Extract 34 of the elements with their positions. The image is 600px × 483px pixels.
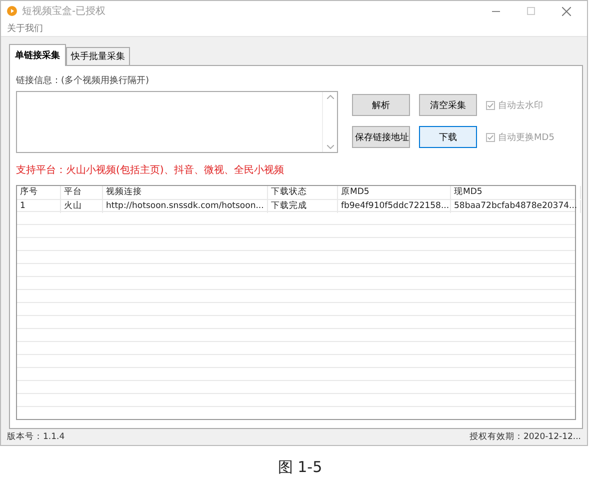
action-button[interactable]: 解析 (352, 94, 410, 116)
checkmark-icon (487, 102, 494, 108)
window-title: 短视频宝盒-已授权 (22, 4, 107, 18)
action-button[interactable]: 下载 (419, 126, 477, 148)
version-text: 版本号：1.1.4 (7, 431, 65, 443)
menu-item[interactable]: 关于我们 (7, 22, 43, 35)
link-input-field[interactable] (16, 91, 338, 153)
table-cell: fb9e4f910f5ddc722158... (338, 200, 451, 213)
table-cell: http://hotsoon.snssdk.com/hotsoon... (103, 200, 268, 213)
table-cell: 下载完成 (268, 200, 338, 213)
table-cell: 火山 (61, 200, 103, 213)
table-cell: 1 (17, 200, 61, 213)
column-header[interactable]: 视频连接 (103, 186, 268, 199)
column-header[interactable]: 序号 (17, 186, 61, 199)
license-text: 授权有效期：2020-12-12... (469, 431, 581, 443)
app-logo-icon (7, 6, 17, 16)
scroll-up-icon[interactable] (326, 95, 334, 99)
column-header[interactable]: 现MD5 (451, 186, 581, 199)
figure-caption: 图 1-5 (276, 458, 324, 477)
close-icon[interactable] (562, 6, 570, 16)
column-header[interactable]: 下载状态 (268, 186, 338, 199)
table-cell: 58baa72bcfab4878e20374... (451, 200, 581, 213)
maximize-icon[interactable] (527, 7, 535, 15)
tab[interactable]: 单链接采集 (9, 44, 66, 66)
scroll-down-icon[interactable] (326, 145, 334, 149)
action-button[interactable]: 清空采集 (419, 94, 477, 116)
column-header[interactable]: 平台 (61, 186, 103, 199)
checkmark-icon (487, 134, 494, 140)
field-label: 链接信息：(多个视频用换行隔开) (16, 74, 150, 87)
action-button[interactable]: 保存链接地址 (352, 126, 410, 148)
supported-platforms-note: 支持平台：火山小视频(包括主页)、抖音、微视、全民小视频 (16, 164, 285, 177)
minimize-icon[interactable] (492, 10, 500, 12)
tab[interactable]: 快手批量采集 (66, 47, 130, 65)
column-header[interactable]: 原MD5 (338, 186, 451, 199)
